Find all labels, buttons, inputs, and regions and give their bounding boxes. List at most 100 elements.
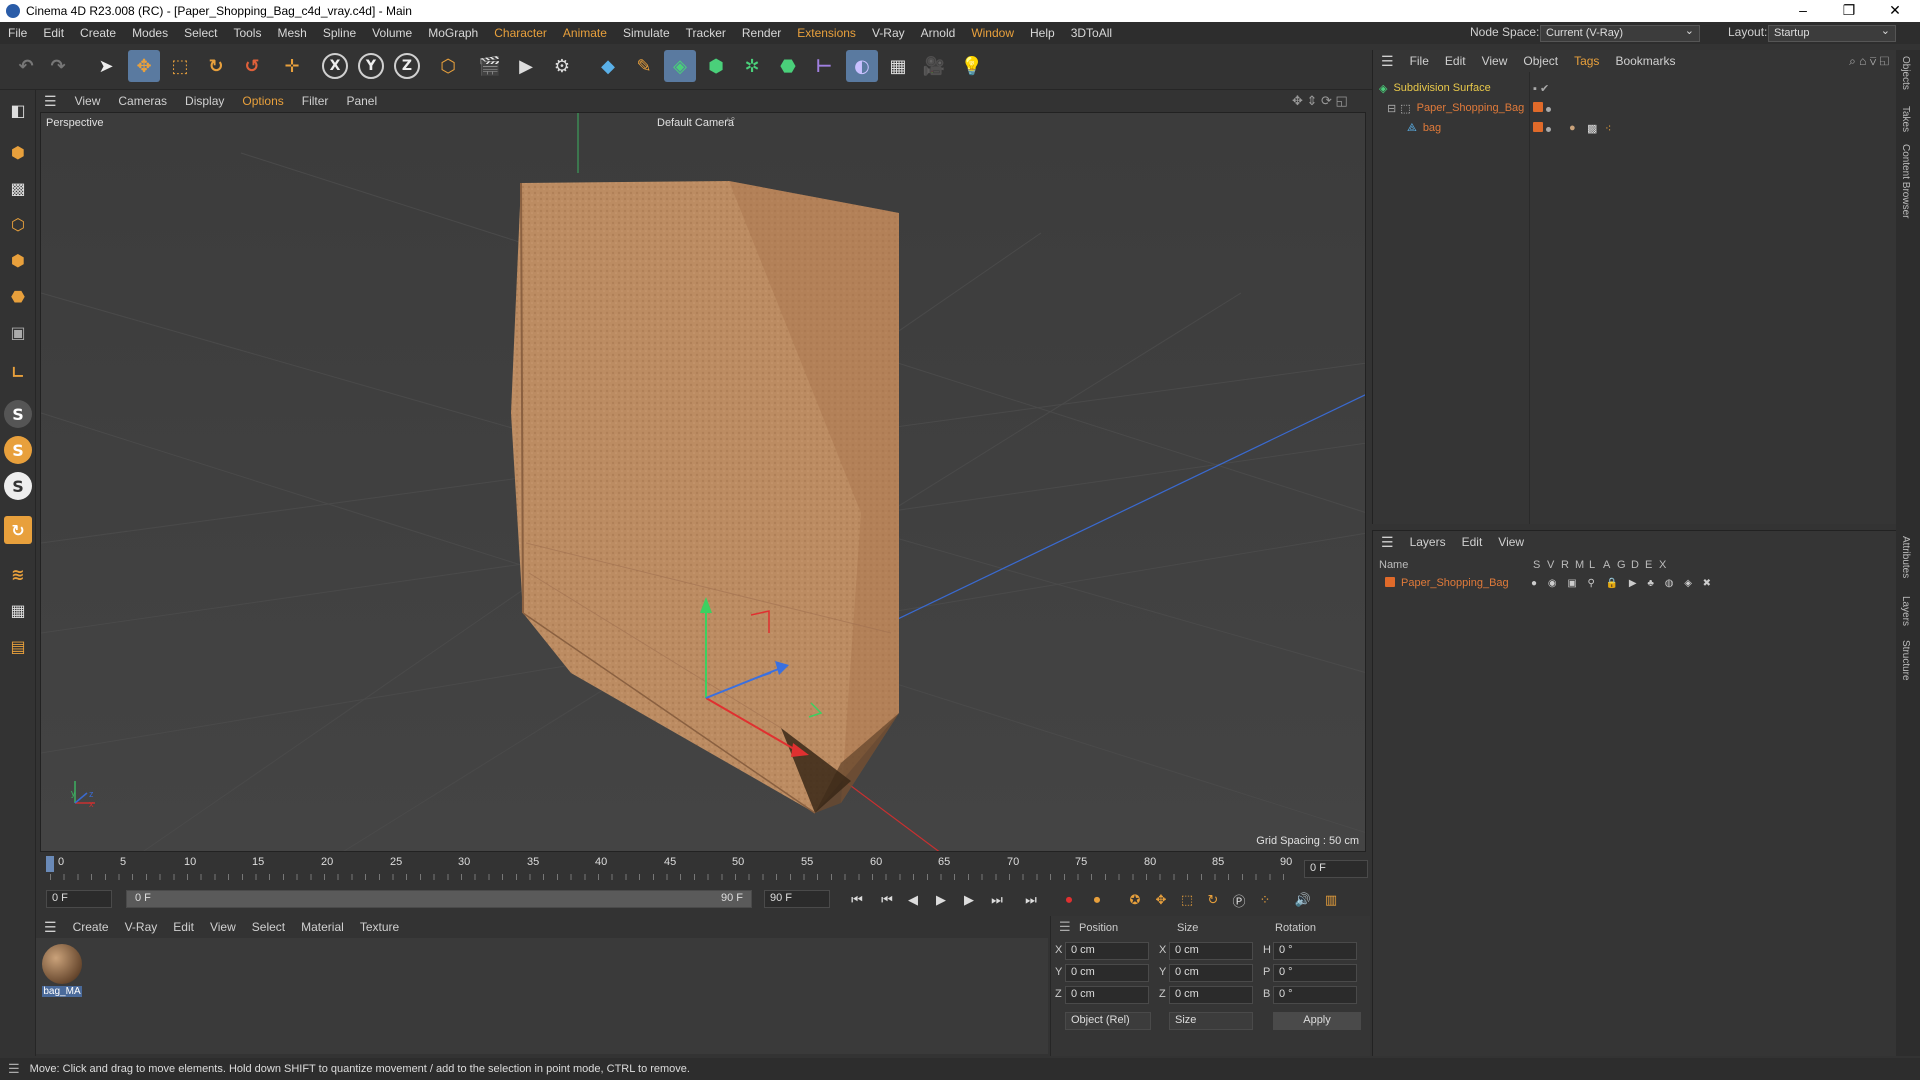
play-icon[interactable]: ▶ (930, 890, 952, 910)
object-name[interactable]: Subdivision Surface (1393, 82, 1490, 94)
layer-toggle-icons[interactable]: ● ◉ ▣ ⚲ 🔒 ▶ ♣ ◍ ◈ ✖ (1531, 578, 1715, 589)
object-row[interactable]: ⊟ ⬚ Paper_Shopping_Bag (1373, 98, 1897, 118)
rotation-h-field[interactable]: 0 ° (1273, 942, 1357, 960)
x-axis-lock-button[interactable]: X (322, 53, 348, 79)
menu-animate[interactable]: Animate (555, 26, 615, 40)
keyframe-selection-icon[interactable]: ✪ (1124, 890, 1146, 910)
side-tab-takes[interactable]: Takes (1900, 106, 1911, 132)
object-name[interactable]: bag (1423, 122, 1441, 134)
timeline-playhead[interactable] (46, 856, 54, 872)
side-tab-structure[interactable]: Structure (1900, 640, 1911, 681)
layer-menu-edit[interactable]: Edit (1454, 535, 1491, 549)
render-picture-viewer-icon[interactable]: ▶ (510, 50, 542, 82)
timeline-ruler[interactable]: 0 5 10 15 20 25 30 35 40 45 50 55 60 65 … (40, 854, 1370, 886)
object-menu-edit[interactable]: Edit (1437, 54, 1474, 68)
spline-pen-icon[interactable]: ✎ (628, 50, 660, 82)
grid-icon[interactable]: ▦ (4, 596, 32, 624)
polygons-mode-icon[interactable]: ⬣ (4, 282, 32, 310)
material-menu-vray[interactable]: V-Ray (117, 920, 166, 934)
side-tab-attributes[interactable]: Attributes (1900, 536, 1911, 578)
object-menu-hamburger-icon[interactable]: ☰ (1373, 53, 1402, 70)
snap-settings-icon[interactable]: S (4, 436, 32, 464)
apply-button[interactable]: Apply (1273, 1012, 1361, 1030)
rotation-b-field[interactable]: 0 ° (1273, 986, 1357, 1004)
material-menu-texture[interactable]: Texture (352, 920, 407, 934)
viewport-menu-display[interactable]: Display (176, 94, 233, 108)
go-to-start-icon[interactable]: ⏮ (846, 890, 868, 910)
menu-mesh[interactable]: Mesh (269, 26, 314, 40)
position-z-field[interactable]: 0 cm (1065, 986, 1149, 1004)
current-frame-field[interactable]: 0 F (1304, 860, 1368, 878)
sound-icon[interactable]: 🔊 (1292, 890, 1314, 910)
menu-render[interactable]: Render (734, 26, 789, 40)
menu-modes[interactable]: Modes (124, 26, 176, 40)
cube-primitive-icon[interactable]: ◆ (592, 50, 624, 82)
menu-tools[interactable]: Tools (225, 26, 269, 40)
model-mode-icon[interactable]: ⬢ (4, 138, 32, 166)
minimize-button[interactable]: – (1780, 0, 1826, 22)
frame-range-slider[interactable]: 0 F 90 F (126, 890, 752, 908)
previous-key-icon[interactable]: ⏮ (876, 890, 898, 910)
render-view-icon[interactable]: 🎬 (474, 50, 506, 82)
previous-frame-icon[interactable]: ◀ (902, 890, 924, 910)
menu-edit[interactable]: Edit (35, 26, 72, 40)
viewport-menu-filter[interactable]: Filter (293, 94, 338, 108)
object-menu-bookmarks[interactable]: Bookmarks (1607, 54, 1683, 68)
object-menu-tags[interactable]: Tags (1566, 54, 1607, 68)
light-icon[interactable]: 💡 (956, 50, 988, 82)
extrude-generator-icon[interactable]: ⬢ (700, 50, 732, 82)
workplane-icon[interactable]: ≋ (4, 560, 32, 588)
layer-menu-view[interactable]: View (1490, 535, 1532, 549)
quantize-icon[interactable]: S (4, 472, 32, 500)
layer-color-swatch[interactable] (1385, 576, 1395, 590)
viewport-menu-panel[interactable]: Panel (337, 94, 386, 108)
menu-mograph[interactable]: MoGraph (420, 26, 486, 40)
menu-spline[interactable]: Spline (315, 26, 364, 40)
rotation-key-icon[interactable]: ↻ (1202, 890, 1224, 910)
deformer-icon[interactable]: ⊢ (808, 50, 840, 82)
object-name[interactable]: Paper_Shopping_Bag (1417, 102, 1525, 114)
status-menu-icon[interactable]: ☰ (8, 1061, 20, 1077)
menu-file[interactable]: File (0, 26, 35, 40)
position-key-icon[interactable]: ✥ (1150, 890, 1172, 910)
node-space-dropdown[interactable]: Current (V-Ray) (1540, 24, 1700, 42)
menu-character[interactable]: Character (486, 26, 555, 40)
menu-3dtoall[interactable]: 3DToAll (1063, 26, 1120, 40)
add-tool-icon[interactable]: ✛ (276, 50, 308, 82)
menu-volume[interactable]: Volume (364, 26, 420, 40)
maximize-button[interactable]: ❐ (1826, 0, 1872, 22)
material-menu-view[interactable]: View (202, 920, 244, 934)
material-tag-icon[interactable]: ● (1569, 122, 1576, 134)
rotation-p-field[interactable]: 0 ° (1273, 964, 1357, 982)
locked-workplane-icon[interactable]: ↻ (4, 516, 32, 544)
layer-row[interactable]: Paper_Shopping_Bag ● ◉ ▣ ⚲ 🔒 ▶ ♣ ◍ ◈ ✖ (1373, 573, 1897, 593)
field-icon[interactable]: ◐ (846, 50, 878, 82)
edges-mode-icon[interactable]: ⬢ (4, 246, 32, 274)
material-menu-material[interactable]: Material (293, 920, 352, 934)
psr-tool-icon[interactable]: ↺ (236, 50, 268, 82)
menu-simulate[interactable]: Simulate (615, 26, 678, 40)
object-menu-object[interactable]: Object (1515, 54, 1566, 68)
move-tool-icon[interactable]: ✥ (128, 50, 160, 82)
object-menu-view[interactable]: View (1474, 54, 1516, 68)
floor-icon[interactable]: ▦ (882, 50, 914, 82)
coordinate-mode-dropdown[interactable]: Object (Rel) (1065, 1012, 1151, 1030)
object-row[interactable]: ◈ Subdivision Surface ▪ ✔ (1373, 78, 1897, 98)
size-z-field[interactable]: 0 cm (1169, 986, 1253, 1004)
record-active-objects-icon[interactable]: ⏺ (1058, 890, 1080, 910)
side-tab-objects[interactable]: Objects (1900, 56, 1911, 90)
go-to-end-icon[interactable]: ⏭ (1020, 890, 1042, 910)
side-tab-content-browser[interactable]: Content Browser (1900, 144, 1911, 218)
close-button[interactable]: ✕ (1872, 0, 1918, 22)
menu-tracker[interactable]: Tracker (678, 26, 734, 40)
viewport-menu-hamburger-icon[interactable]: ☰ (36, 93, 66, 110)
side-tab-layers[interactable]: Layers (1900, 596, 1911, 626)
object-row[interactable]: ⟁ bag ● ▩ ⁖ (1373, 118, 1897, 138)
scale-key-icon[interactable]: ⬚ (1176, 890, 1198, 910)
parameter-key-icon[interactable]: Ⓟ (1228, 890, 1250, 910)
object-manager-search-icons[interactable]: ⌕ ⌂ ⊽ ◱ (1849, 54, 1889, 69)
end-frame-field[interactable]: 90 F (764, 890, 830, 908)
material-thumbnail[interactable]: bag_MA (42, 944, 82, 998)
axis-mode-icon[interactable]: ∟ (4, 358, 32, 386)
size-mode-dropdown[interactable]: Size (1169, 1012, 1253, 1030)
